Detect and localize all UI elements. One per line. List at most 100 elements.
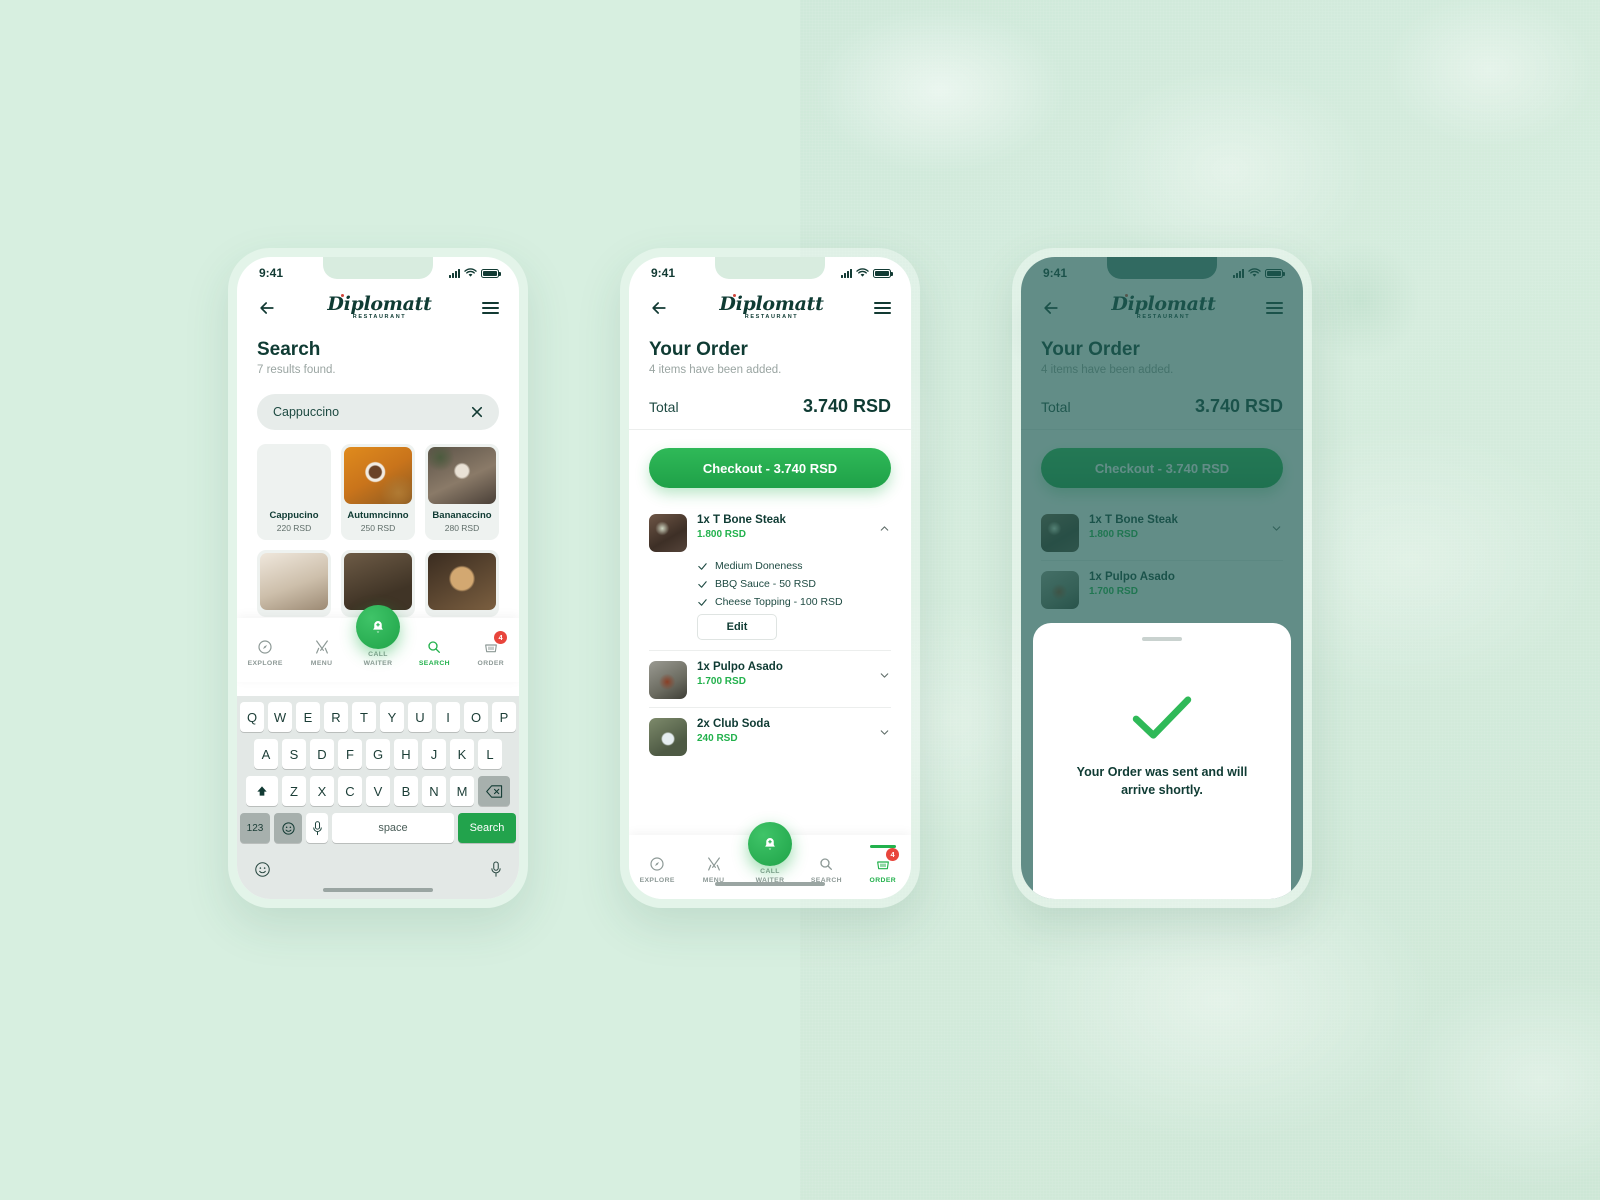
numeric-key[interactable]: 123: [240, 813, 270, 843]
brand-tagline: RESTAURANT: [352, 314, 407, 321]
cutlery-icon: [315, 639, 328, 654]
home-indicator-container: [629, 882, 911, 893]
key-w[interactable]: W: [268, 702, 292, 732]
nav-item-search[interactable]: SEARCH: [406, 629, 462, 668]
brand-name: Diplomatt: [719, 293, 824, 316]
key-t[interactable]: T: [352, 702, 376, 732]
key-s[interactable]: S: [282, 739, 306, 769]
nav-item-call-waiter[interactable]: CALL WAITER: [742, 822, 798, 885]
key-m[interactable]: M: [450, 776, 474, 806]
chevron-up-icon[interactable]: [878, 522, 891, 535]
brand-tagline: RESTAURANT: [744, 314, 799, 321]
shift-up-icon[interactable]: [246, 776, 278, 806]
nav-item-menu[interactable]: MENU: [293, 629, 349, 668]
keyboard-search-key[interactable]: Search: [458, 813, 516, 843]
order-item-thumbnail: [649, 718, 687, 756]
space-key[interactable]: space: [332, 813, 454, 843]
success-check-icon: [1132, 696, 1192, 739]
key-p[interactable]: P: [492, 702, 516, 732]
nav-item-order[interactable]: 4 ORDER: [855, 844, 911, 885]
close-x-icon[interactable]: [471, 406, 483, 418]
compass-icon: [258, 639, 272, 654]
key-g[interactable]: G: [366, 739, 390, 769]
nav-label-order: ORDER: [477, 659, 505, 667]
microphone-icon[interactable]: [306, 813, 328, 843]
key-o[interactable]: O: [464, 702, 488, 732]
home-indicator[interactable]: [715, 882, 825, 886]
phone-mockup-confirmation: 9:41 Diplomatt RESTAURANT You: [1012, 248, 1312, 908]
hamburger-menu-icon[interactable]: [481, 301, 499, 315]
chevron-down-icon[interactable]: [878, 726, 891, 739]
check-icon: [698, 598, 707, 606]
order-item-options: Medium Doneness BBQ Sauce - 50 RSD Chees…: [697, 560, 891, 608]
nav-item-explore[interactable]: EXPLORE: [237, 629, 293, 668]
nav-item-order[interactable]: 4 ORDER: [463, 629, 519, 668]
key-k[interactable]: K: [450, 739, 474, 769]
confirmation-message: Your Order was sent and will arrive shor…: [1076, 764, 1248, 797]
result-card[interactable]: Cappucino 220 RSD: [257, 444, 331, 540]
nav-item-search[interactable]: SEARCH: [798, 846, 854, 885]
hamburger-menu-icon[interactable]: [873, 301, 891, 315]
call-waiter-button[interactable]: [748, 822, 793, 867]
key-n[interactable]: N: [422, 776, 446, 806]
back-arrow-icon[interactable]: [649, 298, 669, 318]
key-l[interactable]: L: [478, 739, 502, 769]
key-i[interactable]: I: [436, 702, 460, 732]
keyboard-accessory-bar: [240, 850, 516, 888]
key-a[interactable]: A: [254, 739, 278, 769]
cutlery-icon: [707, 856, 720, 871]
result-card[interactable]: Autumncinno 250 RSD: [341, 444, 415, 540]
status-time: 9:41: [259, 266, 284, 280]
order-item: 2x Club Soda 240 RSD: [649, 707, 891, 764]
result-card[interactable]: [425, 550, 499, 617]
emoji-smiley-icon[interactable]: [274, 813, 302, 843]
edit-item-button[interactable]: Edit: [697, 614, 777, 640]
order-item-count: 4 items have been added.: [649, 364, 782, 376]
chevron-down-icon[interactable]: [878, 669, 891, 682]
key-u[interactable]: U: [408, 702, 432, 732]
order-items-list: 1x T Bone Steak 1.800 RSD Medium Donenes…: [629, 494, 911, 764]
order-item-price: 1.800 RSD: [697, 529, 746, 540]
wifi-icon: [464, 268, 477, 277]
key-c[interactable]: C: [338, 776, 362, 806]
backspace-icon[interactable]: [478, 776, 510, 806]
key-f[interactable]: F: [338, 739, 362, 769]
nav-label-explore: EXPLORE: [247, 659, 283, 667]
nav-item-explore[interactable]: EXPLORE: [629, 846, 685, 885]
order-item-price: 240 RSD: [697, 733, 738, 744]
order-item: 1x T Bone Steak 1.800 RSD Medium Donenes…: [649, 504, 891, 650]
key-z[interactable]: Z: [282, 776, 306, 806]
key-e[interactable]: E: [296, 702, 320, 732]
search-bar-container: Cappuccino: [237, 376, 519, 430]
result-card[interactable]: [257, 550, 331, 617]
nav-item-menu[interactable]: MENU: [685, 846, 741, 885]
nav-item-call-waiter[interactable]: CALL WAITER: [350, 605, 406, 668]
screen-search: 9:41 Diplomatt RESTAURANT Search 7 resul…: [237, 257, 519, 899]
result-card[interactable]: Bananaccino 280 RSD: [425, 444, 499, 540]
key-b[interactable]: B: [394, 776, 418, 806]
status-bar: 9:41: [237, 257, 519, 285]
key-d[interactable]: D: [310, 739, 334, 769]
microphone-icon[interactable]: [490, 860, 502, 878]
result-thumbnail: [260, 553, 328, 610]
home-indicator[interactable]: [323, 888, 433, 892]
key-x[interactable]: X: [310, 776, 334, 806]
key-y[interactable]: Y: [380, 702, 404, 732]
key-v[interactable]: V: [366, 776, 390, 806]
result-price: 250 RSD: [360, 523, 396, 533]
back-arrow-icon[interactable]: [257, 298, 277, 318]
key-q[interactable]: Q: [240, 702, 264, 732]
result-name: Autumncinno: [347, 510, 409, 521]
emoji-smiley-icon[interactable]: [254, 861, 271, 878]
call-waiter-button[interactable]: [356, 605, 401, 650]
nav-label-menu: MENU: [310, 659, 333, 667]
key-r[interactable]: R: [324, 702, 348, 732]
phone-mockup-order: 9:41 Diplomatt RESTAURANT Your Order 4 i…: [620, 248, 920, 908]
brand-name: Diplomatt: [327, 293, 432, 316]
bottom-navigation: EXPLORE MENU CALL WAITER SEARCH 4 ORDER: [237, 605, 519, 682]
key-j[interactable]: J: [422, 739, 446, 769]
checkout-button[interactable]: Checkout - 3.740 RSD: [649, 448, 891, 488]
search-input[interactable]: Cappuccino: [257, 394, 499, 430]
key-h[interactable]: H: [394, 739, 418, 769]
keyboard-row-3: Z X C V B N M: [240, 776, 516, 806]
